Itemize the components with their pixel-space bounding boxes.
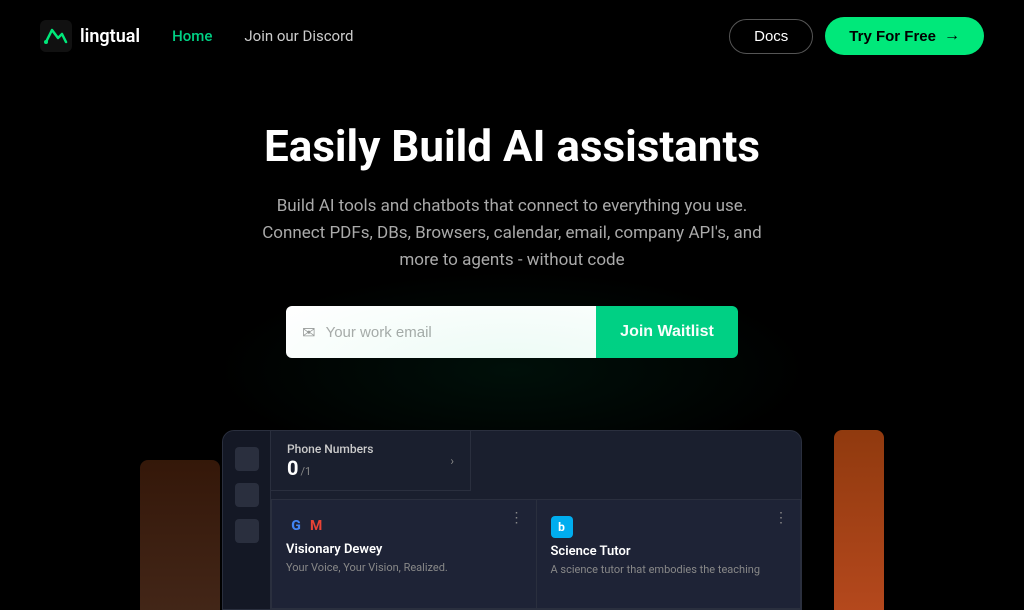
- nav-left: lingtual Home Join our Discord: [40, 20, 354, 52]
- cta-row: ✉ Join Waitlist: [20, 306, 1004, 358]
- hero-title: Easily Build AI assistants: [20, 120, 1004, 173]
- card1-name: Visionary Dewey: [286, 542, 522, 557]
- try-free-label: Try For Free: [849, 28, 936, 45]
- docs-button[interactable]: Docs: [729, 19, 813, 54]
- sidebar-dot-2: [235, 483, 259, 507]
- side-figure-right: [834, 430, 884, 610]
- card1-logos: G M: [286, 516, 522, 536]
- nav-home-link[interactable]: Home: [172, 27, 212, 45]
- card2-menu-icon[interactable]: ⋮: [774, 510, 788, 526]
- hero-subtitle: Build AI tools and chatbots that connect…: [252, 193, 772, 275]
- project-cards-row: ⋮ G M Visionary Dewey Your Voice, Your V…: [271, 499, 801, 609]
- card2-name: Science Tutor: [551, 544, 787, 559]
- project-card-2: ⋮ b Science Tutor A science tutor that e…: [536, 499, 802, 609]
- phone-count: 0 /1: [287, 456, 373, 480]
- arrow-icon: →: [944, 27, 960, 45]
- email-input-wrapper: ✉: [286, 306, 596, 358]
- phone-panel-chevron: ›: [450, 454, 454, 468]
- hero-section: Easily Build AI assistants Build AI tool…: [0, 72, 1024, 430]
- bing-icon: b: [551, 516, 573, 538]
- nav-discord-link[interactable]: Join our Discord: [244, 27, 353, 45]
- phone-count-sub: /1: [300, 465, 311, 478]
- logo-icon: [40, 20, 72, 52]
- card1-desc: Your Voice, Your Vision, Realized.: [286, 560, 522, 575]
- phone-numbers-panel: Phone Numbers 0 /1 ›: [271, 431, 471, 491]
- card2-logos: b: [551, 516, 787, 538]
- phone-panel-left: Phone Numbers 0 /1: [287, 442, 373, 480]
- card2-desc: A science tutor that embodies the teachi…: [551, 562, 787, 577]
- email-input[interactable]: [326, 324, 581, 341]
- nav-right: Docs Try For Free →: [729, 17, 984, 55]
- google-icon: G: [286, 516, 306, 536]
- preview-container: › Phone Numbers 0 /1 › + New Project ↖ ⋮…: [222, 430, 802, 610]
- app-preview: › Phone Numbers 0 /1 › + New Project ↖ ⋮…: [0, 430, 1024, 610]
- email-icon: ✉: [302, 323, 315, 342]
- logo-text: lingtual: [80, 26, 140, 47]
- gmail-icon: M: [310, 518, 322, 534]
- sidebar-dot-3: [235, 519, 259, 543]
- phone-count-number: 0: [287, 456, 298, 480]
- join-waitlist-button[interactable]: Join Waitlist: [596, 306, 738, 358]
- try-free-button[interactable]: Try For Free →: [825, 17, 984, 55]
- logo-container: lingtual: [40, 20, 140, 52]
- phone-panel-title: Phone Numbers: [287, 442, 373, 456]
- side-figure-left: [140, 460, 220, 610]
- navbar: lingtual Home Join our Discord Docs Try …: [0, 0, 1024, 72]
- project-card-1: ⋮ G M Visionary Dewey Your Voice, Your V…: [271, 499, 536, 609]
- preview-sidebar: [223, 431, 271, 609]
- card1-menu-icon[interactable]: ⋮: [510, 510, 524, 526]
- sidebar-dot-1: [235, 447, 259, 471]
